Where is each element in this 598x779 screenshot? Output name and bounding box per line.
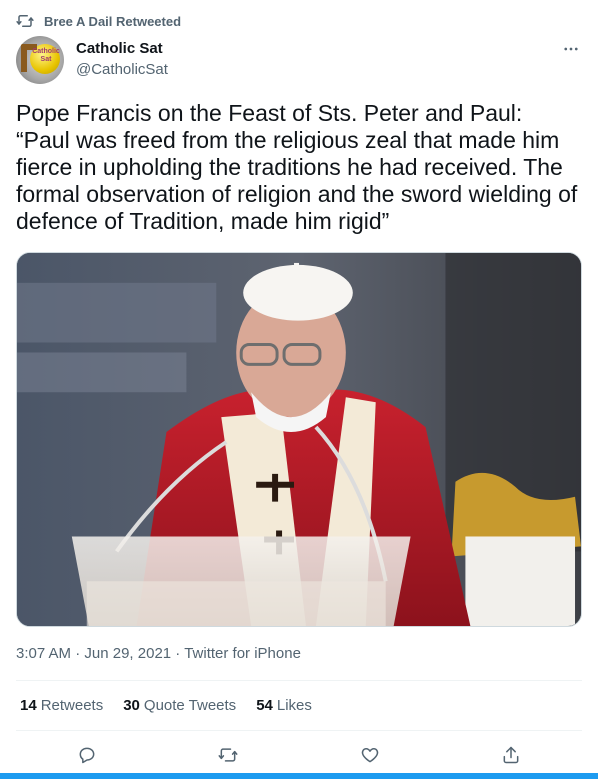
more-options-button[interactable] (560, 38, 582, 60)
tweet-source[interactable]: Twitter for iPhone (184, 645, 301, 662)
like-icon (361, 748, 378, 763)
divider (16, 680, 582, 681)
retweet-icon (218, 748, 238, 762)
retweet-label: Bree A Dail Retweeted (44, 13, 182, 29)
meta-separator: · (71, 645, 85, 662)
retweets-label: Retweets (40, 697, 104, 714)
tweet-actions (16, 741, 582, 769)
quote-tweets-stat[interactable]: 30 Quote Tweets (123, 697, 236, 714)
tweet-date[interactable]: Jun 29, 2021 (84, 645, 171, 662)
retweets-count: 14 (20, 697, 37, 714)
author-handle[interactable]: @CatholicSat (76, 61, 168, 78)
retweet-icon (16, 12, 34, 30)
photo-pope-francis (17, 253, 581, 626)
more-icon (564, 47, 578, 51)
divider (16, 730, 582, 731)
like-button[interactable] (353, 741, 387, 769)
engagement-stats: 14 Retweets 30 Quote Tweets 54 Likes (20, 697, 332, 714)
retweet-button[interactable] (211, 741, 245, 769)
quote-tweets-label: Quote Tweets (143, 697, 237, 714)
quote-tweets-count: 30 (123, 697, 140, 714)
likes-stat[interactable]: 54 Likes (256, 697, 312, 714)
tweet-author: Catholic Sat Catholic Sat @CatholicSat (16, 36, 582, 86)
meta-separator: · (171, 645, 185, 662)
avatar[interactable]: Catholic Sat (16, 36, 64, 84)
reply-icon (79, 747, 95, 764)
retweets-stat[interactable]: 14 Retweets (20, 697, 103, 714)
retweet-header[interactable]: Bree A Dail Retweeted (16, 12, 181, 30)
tweet-metadata: 3:07 AM · Jun 29, 2021 · Twitter for iPh… (16, 645, 301, 662)
share-icon (503, 746, 519, 764)
tweet-text: Pope Francis on the Feast of Sts. Peter … (16, 100, 584, 234)
author-display-name[interactable]: Catholic Sat (76, 40, 163, 57)
tweet-photo[interactable] (16, 252, 582, 627)
reply-button[interactable] (70, 741, 104, 769)
avatar-logo-text: Catholic Sat (32, 48, 60, 63)
share-button[interactable] (494, 741, 528, 769)
likes-label: Likes (276, 697, 312, 714)
bottom-accent-bar (0, 773, 598, 779)
tweet-time[interactable]: 3:07 AM (16, 645, 71, 662)
likes-count: 54 (256, 697, 273, 714)
